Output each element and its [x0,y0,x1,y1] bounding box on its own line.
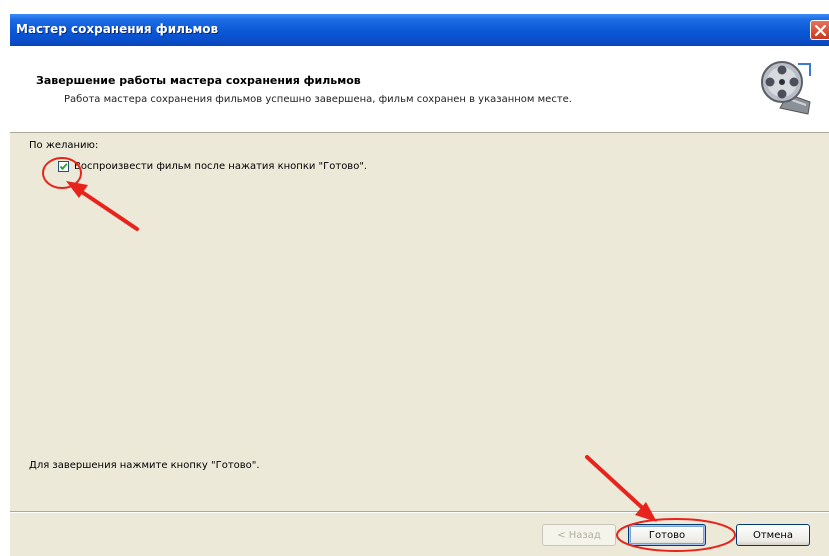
back-button[interactable]: < Назад [542,524,616,546]
title-bar[interactable]: Мастер сохранения фильмов [10,14,829,46]
save-movie-wizard-window: Мастер сохранения фильмов Завершение раб… [10,14,829,556]
window-title: Мастер сохранения фильмов [16,22,219,36]
checkmark-icon [59,163,68,171]
close-button[interactable] [810,20,829,40]
header-title: Завершение работы мастера сохранения фил… [36,74,361,87]
play-movie-checkbox-label[interactable]: Воспроизвести фильм после нажатия кнопки… [74,161,367,172]
film-reel-icon [761,61,811,115]
wizard-header: Завершение работы мастера сохранения фил… [10,46,829,133]
cancel-button[interactable]: Отмена [736,524,810,546]
finish-hint: Для завершения нажмите кнопку "Готово". [29,460,260,471]
wizard-content [10,133,829,509]
optional-label: По желанию: [29,140,99,151]
finish-button[interactable]: Готово [628,524,706,546]
footer-separator [10,511,829,513]
close-icon [814,24,827,37]
play-movie-checkbox[interactable] [58,161,69,172]
header-subtitle: Работа мастера сохранения фильмов успешн… [64,94,572,105]
